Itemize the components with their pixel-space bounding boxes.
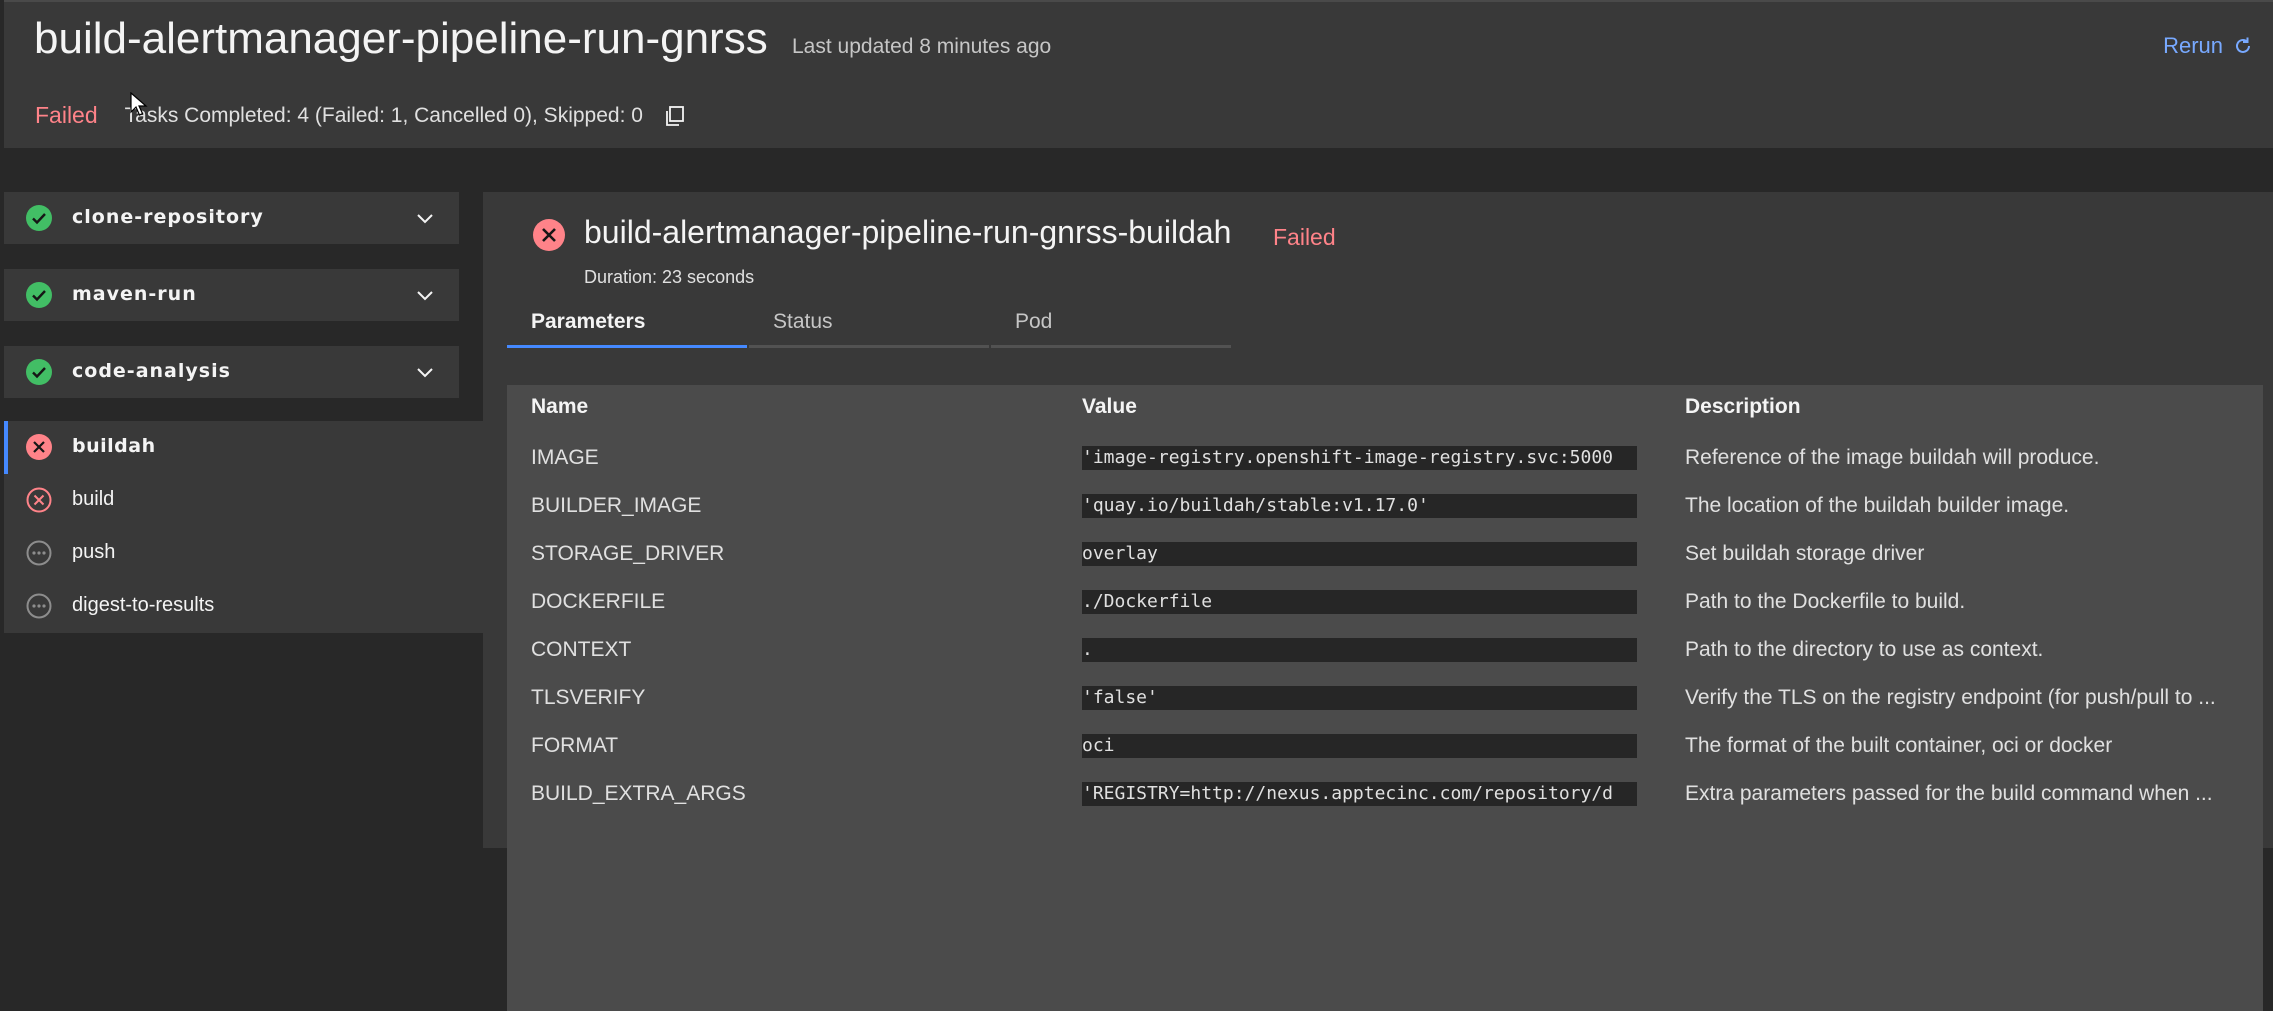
restart-icon bbox=[2236, 37, 2250, 53]
table-row: CONTEXT . Path to the directory to use a… bbox=[507, 629, 2263, 677]
task-title: build-alertmanager-pipeline-run-gnrss-bu… bbox=[584, 214, 1232, 250]
step-buildah[interactable]: buildah bbox=[4, 421, 483, 474]
table-row: TLSVERIFY 'false' Verify the TLS on the … bbox=[507, 677, 2263, 725]
step-label: push bbox=[72, 541, 116, 563]
step-label: digest-to-results bbox=[72, 594, 215, 616]
table-row: BUILD_EXTRA_ARGS 'REGISTRY=http://nexus.… bbox=[507, 773, 2263, 821]
step-push[interactable]: push bbox=[4, 527, 483, 580]
param-value: . bbox=[1082, 638, 1637, 662]
tasks-summary: Tasks Completed: 4 (Failed: 1, Cancelled… bbox=[124, 103, 643, 127]
error-circle-icon bbox=[26, 434, 52, 460]
check-circle-icon bbox=[26, 359, 52, 385]
last-updated-text: Last updated 8 minutes ago bbox=[792, 35, 1052, 58]
step-label: buildah bbox=[72, 435, 156, 457]
pipeline-run-header: build-alertmanager-pipeline-run-gnrss La… bbox=[4, 0, 2273, 148]
table-row: FORMAT oci The format of the built conta… bbox=[507, 725, 2263, 773]
param-name: IMAGE bbox=[531, 446, 599, 469]
table-row: STORAGE_DRIVER overlay Set buildah stora… bbox=[507, 533, 2263, 581]
page-title: build-alertmanager-pipeline-run-gnrss bbox=[34, 14, 768, 63]
param-description: Extra parameters passed for the build co… bbox=[1685, 782, 2213, 805]
param-value: 'image-registry.openshift-image-registry… bbox=[1082, 446, 1637, 470]
check-circle-icon bbox=[26, 205, 52, 231]
task-duration: Duration: 23 seconds bbox=[584, 267, 755, 287]
tab-pod[interactable]: Pod bbox=[991, 310, 1231, 348]
param-description: Path to the Dockerfile to build. bbox=[1685, 590, 1966, 613]
task-detail-panel: build-alertmanager-pipeline-run-gnrss-bu… bbox=[483, 192, 2273, 1011]
task-label: code-analysis bbox=[72, 360, 231, 382]
chevron-down-icon bbox=[417, 214, 433, 224]
task-clone-repository[interactable]: clone-repository bbox=[4, 192, 459, 244]
param-name: BUILD_EXTRA_ARGS bbox=[531, 782, 746, 805]
step-digest-to-results[interactable]: digest-to-results bbox=[4, 580, 483, 633]
table-row: DOCKERFILE ./Dockerfile Path to the Dock… bbox=[507, 581, 2263, 629]
param-value: oci bbox=[1082, 734, 1637, 758]
check-circle-icon bbox=[26, 282, 52, 308]
param-value: overlay bbox=[1082, 542, 1637, 566]
chevron-down-icon bbox=[417, 291, 433, 301]
copy-icon[interactable] bbox=[663, 104, 687, 128]
chevron-down-icon bbox=[417, 368, 433, 378]
pending-circle-icon bbox=[26, 540, 52, 566]
task-label: clone-repository bbox=[72, 206, 264, 228]
tab-status[interactable]: Status bbox=[749, 310, 989, 348]
column-header-name: Name bbox=[531, 395, 589, 418]
run-status-badge: Failed bbox=[35, 102, 98, 128]
step-build[interactable]: build bbox=[4, 474, 483, 527]
task-list-sidebar: clone-repository maven-run code-analysis… bbox=[4, 192, 483, 633]
param-value: 'REGISTRY=http://nexus.apptecinc.com/rep… bbox=[1082, 782, 1637, 806]
param-value: ./Dockerfile bbox=[1082, 590, 1637, 614]
pending-circle-icon bbox=[26, 593, 52, 619]
rerun-button[interactable]: Rerun bbox=[2163, 33, 2253, 59]
param-name: FORMAT bbox=[531, 734, 619, 757]
param-name: DOCKERFILE bbox=[531, 590, 666, 613]
task-tabs: Parameters Status Pod bbox=[507, 310, 1233, 348]
param-description: The format of the built container, oci o… bbox=[1685, 734, 2113, 757]
param-description: Verify the TLS on the registry endpoint … bbox=[1685, 686, 2216, 709]
param-name: BUILDER_IMAGE bbox=[531, 494, 702, 517]
error-circle-icon bbox=[533, 219, 565, 251]
param-description: Path to the directory to use as context. bbox=[1685, 638, 2044, 661]
param-name: CONTEXT bbox=[531, 638, 632, 661]
param-name: STORAGE_DRIVER bbox=[531, 542, 725, 565]
param-name: TLSVERIFY bbox=[531, 686, 646, 709]
param-value: 'false' bbox=[1082, 686, 1637, 710]
task-status-badge: Failed bbox=[1273, 224, 1336, 250]
buildah-steps-list: buildah build push digest-to-results bbox=[4, 421, 483, 633]
task-code-analysis[interactable]: code-analysis bbox=[4, 346, 459, 398]
table-row: BUILDER_IMAGE 'quay.io/buildah/stable:v1… bbox=[507, 485, 2263, 533]
table-row: IMAGE 'image-registry.openshift-image-re… bbox=[507, 437, 2263, 485]
param-description: Set buildah storage driver bbox=[1685, 542, 1925, 565]
param-description: Reference of the image buildah will prod… bbox=[1685, 446, 2100, 469]
mouse-cursor-icon bbox=[130, 92, 148, 116]
column-header-description: Description bbox=[1685, 395, 1801, 418]
error-circle-outline-icon bbox=[26, 487, 52, 513]
task-maven-run[interactable]: maven-run bbox=[4, 269, 459, 321]
rerun-label: Rerun bbox=[2163, 33, 2223, 58]
task-label: maven-run bbox=[72, 283, 197, 305]
tab-parameters[interactable]: Parameters bbox=[507, 310, 747, 348]
param-description: The location of the buildah builder imag… bbox=[1685, 494, 2070, 517]
param-value: 'quay.io/buildah/stable:v1.17.0' bbox=[1082, 494, 1637, 518]
step-label: build bbox=[72, 488, 115, 510]
column-header-value: Value bbox=[1082, 395, 1137, 418]
